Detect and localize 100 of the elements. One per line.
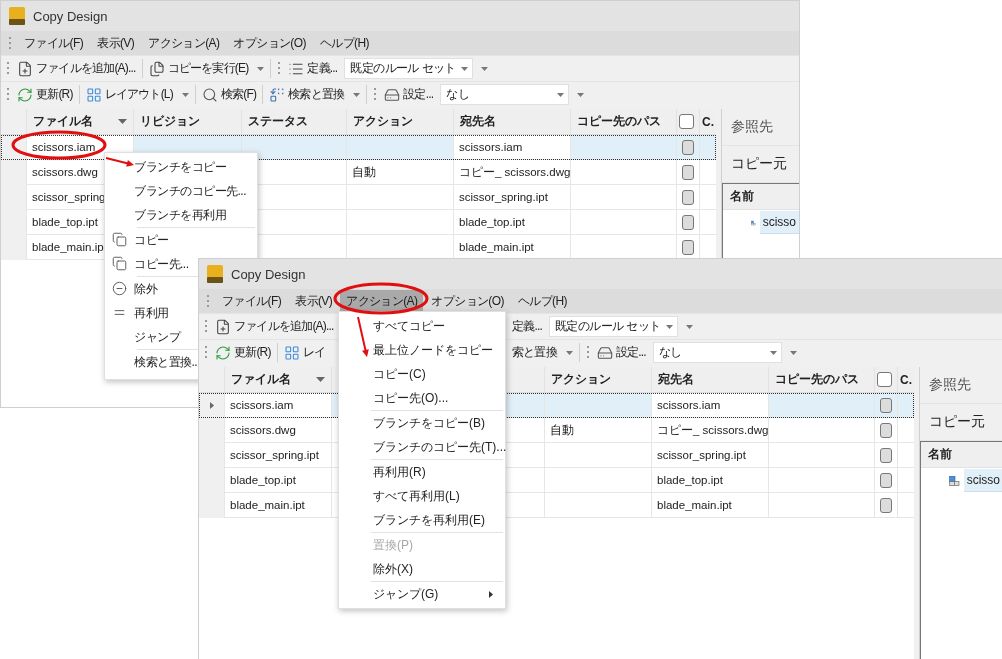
toolbar-button[interactable]: 更新(R) — [14, 84, 76, 105]
column-header[interactable]: アクション — [346, 109, 453, 134]
checkbox[interactable] — [880, 447, 892, 463]
menu-item[interactable]: ジャンプ(G) — [339, 582, 505, 606]
table-cell: scissors.iam — [657, 399, 721, 411]
add-file-icon — [215, 318, 231, 335]
toolbar-button[interactable]: 定義... — [509, 316, 545, 337]
grip-icon[interactable] — [7, 88, 10, 101]
grip-icon[interactable] — [205, 346, 208, 359]
menu-item[interactable]: 表示(V) — [289, 289, 339, 313]
table-cell: blade_main.ipt — [657, 499, 732, 511]
caret-icon — [461, 66, 469, 71]
grid-icon — [85, 86, 102, 103]
menu-item[interactable]: 検索と置換.. — [105, 350, 199, 374]
menu-item[interactable]: オプション(O) — [227, 31, 312, 55]
dropdown-field[interactable]: なし — [440, 84, 570, 105]
column-header[interactable]: コピー先のパス — [768, 367, 874, 392]
menu-item[interactable]: 除外 — [105, 277, 158, 301]
table-cell: scissor_spring — [32, 191, 106, 203]
column-header[interactable]: リビジョン — [133, 109, 241, 134]
dropdown-field[interactable]: 既定のルール セット — [344, 58, 474, 79]
toolbar-button[interactable]: レイ — [280, 342, 329, 363]
dropdown-field[interactable]: なし — [652, 342, 782, 363]
submenu-arrow-icon — [489, 591, 493, 598]
menu-item[interactable]: すべてコピー — [339, 314, 505, 338]
toolbar-button[interactable]: 定義... — [285, 58, 341, 79]
menu-item[interactable]: 表示(V) — [91, 31, 141, 55]
refresh-icon — [215, 344, 231, 361]
table-cell: blade_top.ipt — [230, 474, 296, 486]
drive-icon — [384, 86, 401, 103]
menu-item[interactable]: コピー(C) — [339, 362, 505, 386]
caret-icon — [181, 92, 189, 97]
table-row[interactable]: scissors.iam scissors.iam — [1, 135, 716, 160]
table-cell: blade_top.ipt — [657, 474, 723, 486]
toolbar-button[interactable]: 索と置換 — [509, 342, 576, 363]
table-cell: scissors.iam — [459, 141, 523, 153]
toolbar-button[interactable]: レイアウト(L) — [82, 84, 192, 105]
panel-header[interactable]: 参照先 — [920, 367, 1002, 404]
grip-icon[interactable] — [374, 88, 378, 101]
toolbar-button[interactable]: 検索(F) — [198, 84, 260, 105]
grip-icon[interactable] — [205, 320, 208, 333]
checkbox[interactable] — [880, 472, 892, 488]
checkbox[interactable] — [682, 139, 694, 155]
sort-icon[interactable] — [118, 119, 127, 124]
grip-icon[interactable] — [278, 62, 282, 75]
table-cell: scissors.iam — [230, 399, 294, 411]
grip-icon[interactable] — [9, 36, 12, 50]
column-header[interactable]: 名前 — [928, 446, 952, 463]
menu-item[interactable]: ジャンプ — [105, 325, 181, 349]
menu-item[interactable]: ファイル(F) — [216, 289, 288, 313]
checkbox[interactable] — [682, 239, 694, 255]
tree-item[interactable]: scisso — [759, 211, 799, 234]
table-cell: scissors.dwg — [230, 424, 296, 436]
checkbox[interactable] — [682, 189, 694, 205]
grip-icon[interactable] — [586, 346, 590, 359]
caret-icon — [686, 324, 693, 329]
toolbar-button[interactable]: コピーを実行(E) — [145, 58, 268, 79]
menu-item[interactable]: ヘルプ(H) — [511, 289, 573, 313]
column-header[interactable]: ファイル名 — [224, 367, 331, 392]
toolbar-button[interactable]: 更新(R) — [212, 342, 274, 363]
checkbox[interactable] — [880, 422, 892, 438]
tree-item[interactable]: scisso — [963, 469, 1002, 492]
column-header[interactable]: ステータス — [241, 109, 346, 134]
column-header[interactable]: 宛先名 — [651, 367, 768, 392]
toolbar-button[interactable]: ファイルを追加(A)... — [212, 316, 337, 337]
menu-item[interactable]: 除外(X) — [339, 557, 505, 581]
column-header[interactable]: アクション — [544, 367, 651, 392]
toolbar-button[interactable]: 検索と置換 — [266, 84, 364, 105]
table-cell: blade_main.ipt — [459, 241, 534, 253]
menu-item[interactable]: アクション(A) — [142, 31, 226, 55]
menu-item[interactable]: ヘルプ(H) — [313, 31, 375, 55]
menu-item[interactable]: オプション(O) — [425, 289, 510, 313]
checkbox[interactable] — [880, 497, 892, 513]
copy-icon — [112, 232, 127, 247]
pointer-arrow — [357, 316, 369, 357]
menu-item[interactable]: 最上位ノードをコピー — [339, 338, 505, 362]
menu-item[interactable]: 再利用 — [105, 301, 170, 325]
checkbox[interactable] — [682, 214, 694, 230]
dropdown-field[interactable]: 既定のルール セット — [549, 316, 678, 337]
grip-icon[interactable] — [207, 294, 210, 308]
menu-item[interactable]: ファイル(F) — [18, 31, 90, 55]
app-logo-icon — [207, 265, 223, 283]
sort-icon[interactable] — [316, 377, 325, 382]
table-cell: blade_top.ipt — [459, 216, 525, 228]
column-header[interactable]: コピー先のパス — [570, 109, 676, 134]
grid-icon — [283, 344, 300, 361]
panel-header[interactable]: 参照先 — [722, 109, 799, 146]
caret-icon — [565, 350, 573, 355]
checkbox[interactable] — [880, 397, 892, 413]
checkbox[interactable] — [679, 114, 694, 129]
checkbox[interactable] — [877, 372, 892, 387]
column-header[interactable]: C. — [699, 109, 716, 134]
column-header[interactable]: ファイル名 — [26, 109, 133, 134]
column-header[interactable]: C. — [897, 367, 914, 392]
toolbar-button[interactable]: 設定... — [593, 342, 649, 363]
toolbar-button[interactable]: ファイルを追加(A)... — [14, 58, 139, 79]
column-header[interactable]: 宛先名 — [453, 109, 570, 134]
checkbox[interactable] — [682, 164, 694, 180]
grip-icon[interactable] — [7, 62, 10, 75]
toolbar-button[interactable]: 設定... — [381, 84, 437, 105]
